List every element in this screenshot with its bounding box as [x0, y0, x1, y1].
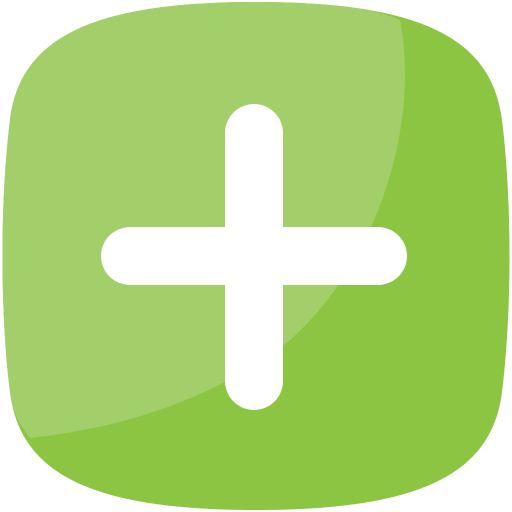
add-button[interactable] — [0, 0, 512, 512]
plus-horizontal-bar — [101, 227, 407, 285]
icon-canvas — [0, 0, 512, 512]
